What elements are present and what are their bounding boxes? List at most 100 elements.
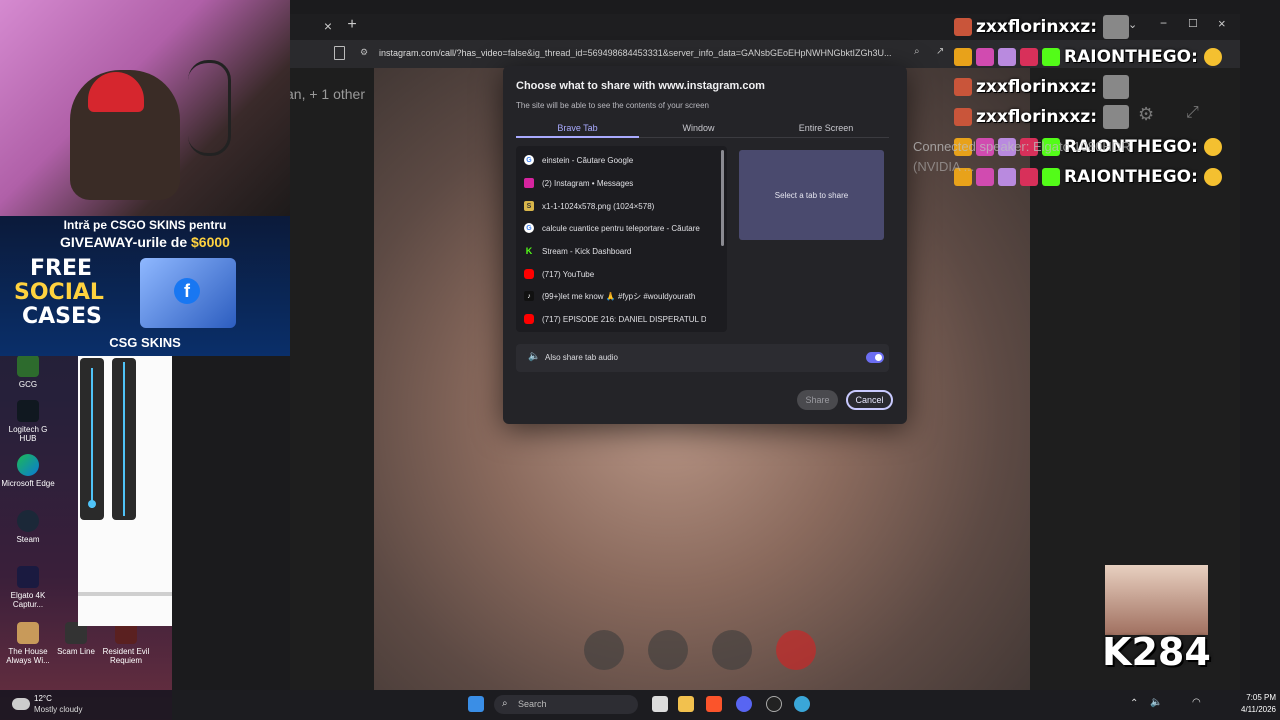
laughing-emoji-icon xyxy=(1203,168,1222,186)
connected-speaker-text: Connected speaker: Elgato 1080HDR xyxy=(913,139,1131,154)
chat-message: zxxflorinxxz: xyxy=(954,102,1244,132)
chat-message: zxxflorinxxz: xyxy=(954,12,1244,42)
list-item[interactable]: (717) EPISODE 216: DANIEL DISPERATUL DIN xyxy=(516,308,706,331)
youtube-icon xyxy=(524,269,534,280)
list-item[interactable]: ♪ (99+)let me know 🙏 #fypシ #wouldyourath xyxy=(516,285,706,308)
microphone-arm xyxy=(188,60,231,156)
promo-brand: CSG SKINS xyxy=(109,335,181,350)
youtube-icon xyxy=(524,314,534,325)
preview-panel: Select a tab to share xyxy=(739,150,884,240)
kick-badge-icon xyxy=(1042,48,1060,66)
facebook-icon: f xyxy=(174,278,200,304)
share-button[interactable]: Share xyxy=(797,390,838,410)
audio-toggle[interactable] xyxy=(866,352,884,363)
volume-slider[interactable] xyxy=(80,358,104,520)
dialog-title: Choose what to share with www.instagram.… xyxy=(516,80,765,92)
weather-temp[interactable]: 12°C xyxy=(34,694,52,703)
list-scrollbar[interactable] xyxy=(721,150,724,246)
emote-icon xyxy=(1103,105,1130,129)
network-app-icon[interactable] xyxy=(794,696,810,712)
kick-icon: K xyxy=(524,246,534,257)
new-tab-icon[interactable]: + xyxy=(344,17,360,33)
list-item[interactable]: Gcalcule cuantice pentru teleportare - C… xyxy=(516,217,706,240)
cancel-button[interactable]: Cancel xyxy=(846,390,893,410)
share-icon[interactable]: ↗ xyxy=(936,46,944,57)
scrollbar[interactable] xyxy=(78,592,172,596)
google-icon: G xyxy=(524,223,534,234)
desktop-icon-scamline[interactable]: Scam Line xyxy=(48,622,104,670)
share-screen-button[interactable] xyxy=(584,630,624,670)
discord-icon[interactable] xyxy=(736,696,752,712)
promo-line1: Intră pe CSGO SKINS pentru xyxy=(63,218,227,232)
search-box[interactable]: ⌕ Search xyxy=(494,695,638,714)
mod-badge-icon xyxy=(976,48,994,66)
close-tab-icon[interactable]: × xyxy=(320,18,336,34)
chat-message: RAIONTHEGO: xyxy=(954,42,1244,72)
connected-speaker-sub: (NVIDIA ... xyxy=(913,159,975,174)
start-icon[interactable] xyxy=(468,696,484,712)
logitech-icon[interactable] xyxy=(766,696,782,712)
desktop-icon-elgato[interactable]: Elgato 4K Captur... xyxy=(0,566,56,614)
chat-message: zxxflorinxxz: xyxy=(954,72,1244,102)
promo-cases: CASES xyxy=(22,304,102,329)
sub-badge-icon xyxy=(1020,48,1038,66)
call-participants: an, + 1 other xyxy=(290,86,366,102)
sub-badge-icon xyxy=(1020,168,1038,186)
toggle-knob xyxy=(875,354,882,361)
slider-track xyxy=(91,368,93,508)
kick-badge-icon xyxy=(1042,168,1060,186)
volume-slider[interactable] xyxy=(112,358,136,520)
crown-badge-icon xyxy=(954,48,972,66)
task-view-icon[interactable] xyxy=(652,696,668,712)
wifi-icon[interactable]: ◠ xyxy=(1192,697,1201,708)
microphone-button[interactable] xyxy=(712,630,752,670)
logitech-icon xyxy=(17,400,39,422)
list-item[interactable]: (717) YouTube xyxy=(516,263,706,286)
weather-desc[interactable]: Mostly cloudy xyxy=(34,705,82,714)
cloud-icon xyxy=(12,698,30,710)
site-info-icon[interactable]: ⚙ xyxy=(360,48,368,57)
speaker-icon: 🔈 xyxy=(528,351,541,362)
slider-thumb[interactable] xyxy=(88,500,96,508)
audio-label: Also share tab audio xyxy=(545,353,618,362)
case-image: f xyxy=(140,258,236,328)
brave-icon[interactable] xyxy=(706,696,722,712)
search-icon: ⌕ xyxy=(502,698,508,709)
list-item[interactable]: Sx1-1-1024x578.png (1024×578) xyxy=(516,195,706,218)
speaker-tray-icon[interactable]: 🔈 xyxy=(1150,697,1162,708)
taskbar-left: 12°C Mostly cloudy xyxy=(0,690,172,720)
laughing-emoji-icon xyxy=(1203,48,1222,66)
user-badge-icon xyxy=(954,108,972,126)
list-item[interactable]: (2) Instagram • Messages xyxy=(516,172,706,195)
tray-chevron-icon[interactable]: ⌃ xyxy=(1130,698,1138,709)
edge-icon xyxy=(17,454,39,476)
emote-icon xyxy=(1103,75,1130,99)
clock-date[interactable]: 4/11/2026 xyxy=(1220,705,1276,714)
promo-line2: GIVEAWAY-urile de $6000 xyxy=(60,234,230,250)
active-tab-indicator xyxy=(516,136,639,138)
promo-free: FREE xyxy=(30,256,93,281)
url-field[interactable]: instagram.com/call/?has_video=false&ig_t… xyxy=(379,48,899,58)
promo-social: SOCIAL xyxy=(14,280,104,305)
steam-icon xyxy=(17,510,39,532)
mod-badge-icon xyxy=(976,168,994,186)
promo-banner: Intră pe CSGO SKINS pentru GIVEAWAY-uril… xyxy=(0,216,290,356)
desktop-icon-steam[interactable]: Steam xyxy=(0,510,56,558)
camera-off-button[interactable] xyxy=(648,630,688,670)
audio-row: 🔈 Also share tab audio xyxy=(516,344,889,372)
desktop-icon-logitech[interactable]: Logitech G HUB xyxy=(0,400,56,448)
search-placeholder: Search xyxy=(518,699,547,709)
desktop-icon-gcg[interactable]: GCG xyxy=(0,355,56,403)
end-call-button[interactable] xyxy=(776,630,816,670)
clock-time[interactable]: 7:05 PM xyxy=(1232,693,1276,702)
user-badge-icon xyxy=(954,78,972,96)
list-item[interactable]: K Stream - Kick Dashboard xyxy=(516,240,706,263)
user-badge-icon xyxy=(954,18,972,36)
list-item[interactable]: Geinstein - Căutare Google xyxy=(516,149,706,172)
desktop-icon-re[interactable]: Resident Evil Requiem xyxy=(98,622,154,670)
zoom-icon[interactable]: ⌕ xyxy=(914,46,920,57)
chat-message: RAIONTHEGO: xyxy=(954,162,1244,192)
file-explorer-icon[interactable] xyxy=(678,696,694,712)
bookmark-icon[interactable] xyxy=(334,46,345,60)
desktop-icon-edge[interactable]: Microsoft Edge xyxy=(0,454,56,502)
